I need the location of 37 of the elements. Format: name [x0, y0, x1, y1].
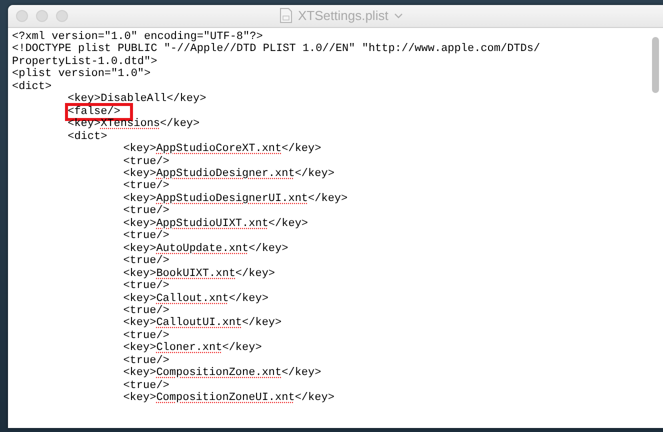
code-line: <false/>: [68, 106, 130, 118]
code-line: <key>BookUIXT.xnt</key>: [123, 268, 276, 280]
code-line: <key>AppStudioUIXT.xnt</key>: [123, 218, 308, 230]
code-line: <true/>: [123, 180, 170, 193]
code-line: <key>AppStudioDesignerUI.xnt</key>: [123, 192, 348, 205]
code-line: <key>AutoUpdate.xnt</key>: [123, 242, 288, 255]
close-button[interactable]: [16, 10, 28, 22]
code-line: <dict>: [68, 130, 108, 144]
code-line: <true/>: [123, 205, 170, 218]
code-line: <!DOCTYPE plist PUBLIC "-//Apple//DTD PLIST 1.0//EN" "http://www.apple.com/DTDs/: [12, 43, 540, 56]
code-line: <key>AppStudioDesigner.xnt</key>: [123, 168, 334, 180]
scrollbar-thumb[interactable]: [652, 37, 659, 93]
code-line: <true/>: [123, 280, 170, 293]
chevron-icon[interactable]: [394, 12, 404, 18]
code-line: <key>DisableAll</key>: [68, 93, 206, 106]
code-line: <key>CalloutUI.xnt</key>: [123, 317, 282, 330]
code-line: <key>CompositionZone.xnt</key>: [123, 367, 322, 380]
code-line: <true/>: [123, 255, 170, 268]
code-line: <key>XTensions</key>: [68, 118, 200, 131]
code-line: <true/>: [123, 354, 170, 367]
code-line: <key>Callout.xnt</key>: [123, 292, 268, 305]
code-line: PropertyList-1.0.dtd">: [12, 56, 158, 68]
code-line: <key>Cloner.xnt</key>: [123, 342, 262, 355]
code-line: <key>CompositionZoneUI.xnt</key>: [123, 392, 334, 405]
window-title: XTSettings.plist: [298, 8, 388, 23]
code-line: <true/>: [123, 304, 170, 317]
zoom-button[interactable]: [56, 10, 68, 22]
code-line: <plist version="1.0">: [12, 68, 151, 81]
code-line: <true/>: [123, 380, 170, 392]
code-line: <?xml version="1.0" encoding="UTF-8"?>: [12, 31, 263, 43]
code-line: <true/>: [123, 230, 170, 243]
code-line: <dict>: [12, 80, 52, 94]
minimize-button[interactable]: [36, 10, 48, 22]
document-icon: [280, 8, 292, 23]
code-line: <true/>: [123, 156, 170, 168]
code-line: <key>AppStudioCoreXT.xnt</key>: [123, 143, 322, 156]
code-line: <true/>: [123, 330, 170, 342]
